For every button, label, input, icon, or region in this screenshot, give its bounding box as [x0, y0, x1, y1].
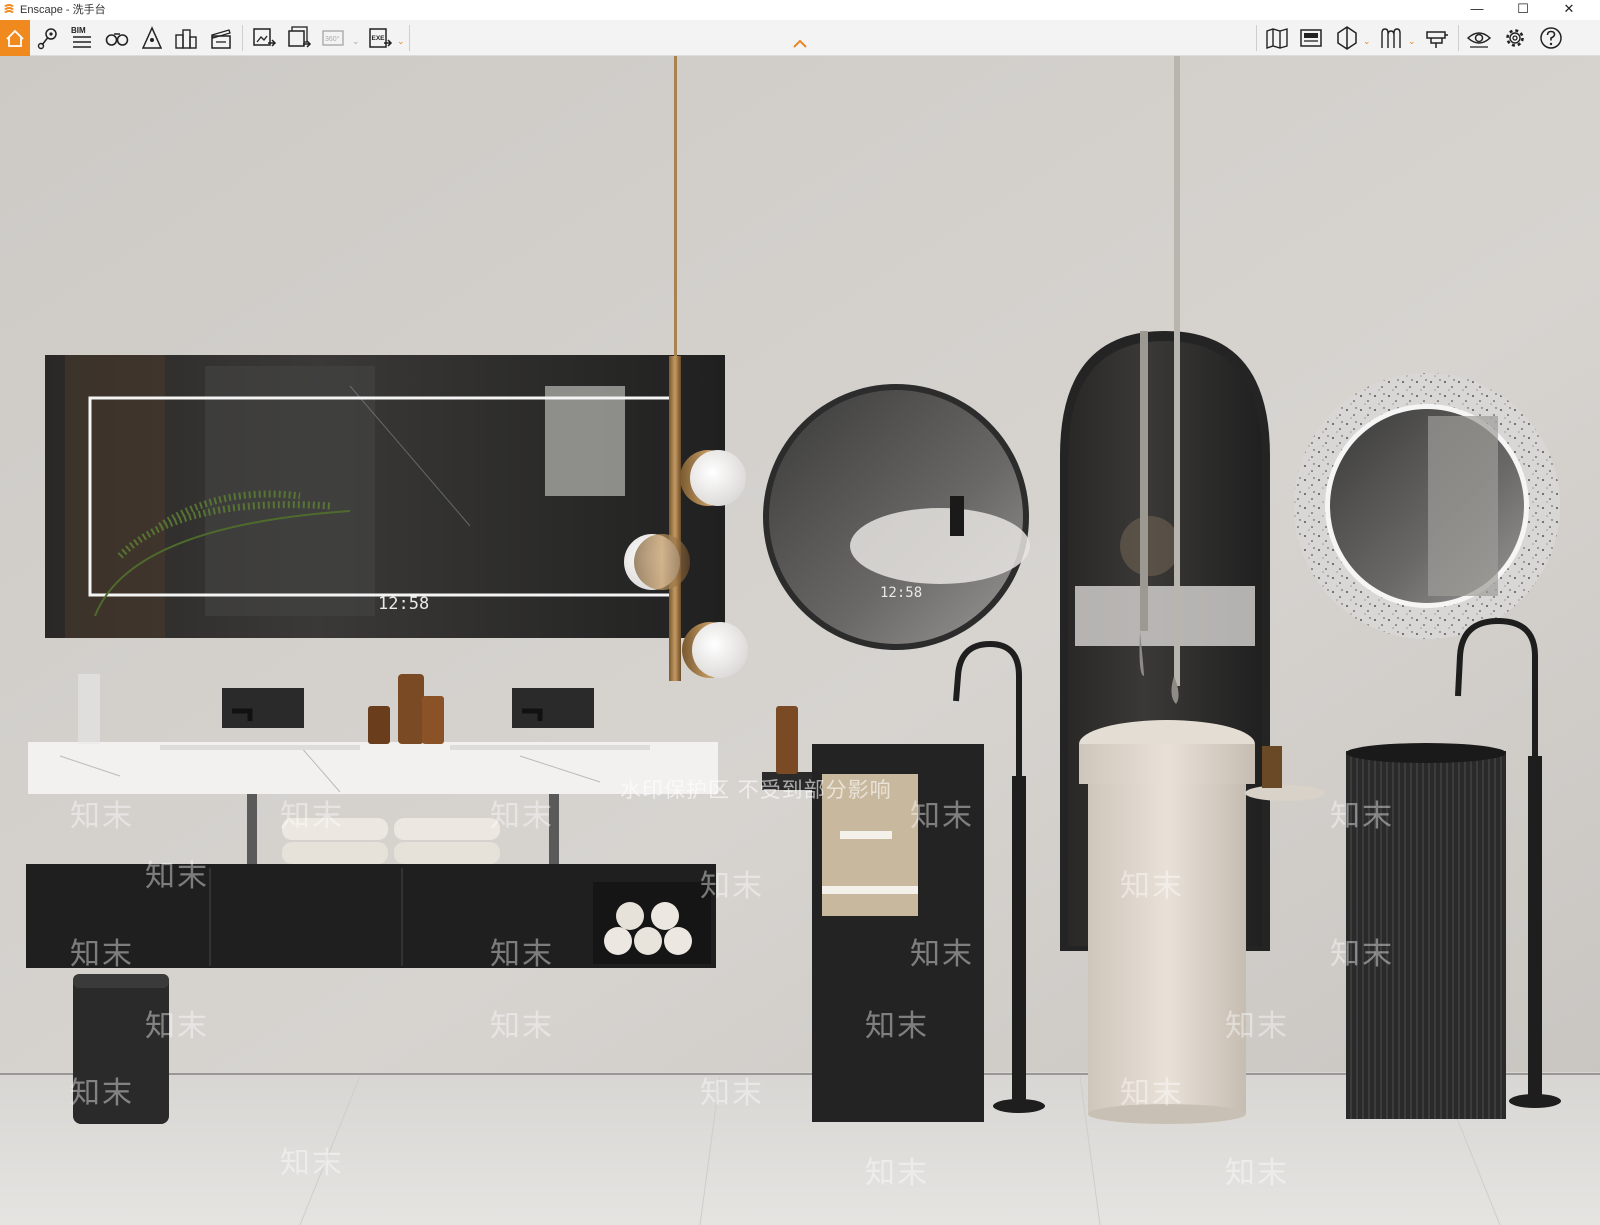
video-editor-button[interactable]	[206, 23, 236, 53]
enscape-logo-icon	[4, 4, 14, 13]
section-button[interactable]	[1332, 23, 1362, 53]
watermark: 知末	[280, 799, 344, 834]
watermark: 知末	[145, 859, 209, 894]
material-editor-icon	[1426, 31, 1448, 48]
watermark: 知末	[490, 1009, 554, 1044]
binoculars-icon	[105, 33, 129, 46]
watermark: 知末	[1225, 1156, 1289, 1191]
watermark: 知末	[70, 1076, 134, 1111]
round-mirror-clock-display: 12:58	[880, 585, 923, 601]
watermark: 知末	[145, 1009, 209, 1044]
asset-library-icon	[1381, 28, 1401, 48]
panorama-dropdown-caret[interactable]: ⌄	[352, 36, 360, 47]
toolbar-separator	[242, 25, 243, 51]
render-viewport[interactable]: 12:58 12:58 知末 知末 知末 知末 知末 知末 知末 知末 知末 知…	[0, 56, 1600, 1225]
maximize-button[interactable]: ☐	[1500, 0, 1546, 20]
watermark-protection-notice: 水印保护区 不受到部分影响	[620, 778, 892, 802]
minimize-button[interactable]: —	[1454, 0, 1500, 20]
asset-dropdown-caret[interactable]: ⌄	[1408, 36, 1416, 47]
watermark: 知末	[1330, 799, 1394, 834]
views-manager-button[interactable]	[1296, 23, 1326, 53]
section-dropdown-caret[interactable]: ⌄	[1363, 36, 1371, 47]
panorama-icon: 360°	[322, 30, 344, 46]
watermark: 知末	[1120, 869, 1184, 904]
clapperboard-icon	[211, 29, 231, 49]
watermark: 知末	[865, 1156, 929, 1191]
watermark: 知末	[700, 869, 764, 904]
batch-render-button[interactable]	[284, 23, 314, 53]
view-management-icon	[1300, 29, 1322, 47]
mirror-clock-display: 12:58	[378, 594, 430, 614]
toolbar-separator	[1458, 25, 1459, 51]
svg-text:EXE: EXE	[372, 35, 386, 42]
exe-export-button[interactable]: EXE	[365, 23, 395, 53]
walk-mode-button[interactable]	[102, 23, 132, 53]
close-button[interactable]: ✕	[1546, 0, 1592, 20]
location-pin-icon	[37, 28, 57, 50]
home-button[interactable]	[0, 20, 30, 56]
watermark: 知末	[490, 937, 554, 972]
location-button[interactable]	[33, 23, 63, 53]
light-view-button[interactable]	[137, 23, 167, 53]
screenshot-button[interactable]	[249, 23, 279, 53]
watermark: 知末	[1225, 1009, 1289, 1044]
watermark: 知末	[1120, 1076, 1184, 1111]
toolbar-separator	[1256, 25, 1257, 51]
watermark: 知末	[490, 799, 554, 834]
watermark: 知末	[700, 1076, 764, 1111]
map-button[interactable]	[1262, 23, 1292, 53]
toolbar-separator	[409, 25, 410, 51]
settings-button[interactable]	[1500, 23, 1530, 53]
title-bar: Enscape - 洗手台 — ☐ ✕	[0, 0, 1600, 20]
svg-text:360°: 360°	[325, 35, 340, 43]
collapse-toolbar-chevron-icon[interactable]	[792, 38, 808, 50]
visual-settings-icon	[1466, 32, 1492, 48]
panorama-button[interactable]: 360°	[319, 23, 349, 53]
watermark: 知末	[910, 937, 974, 972]
watermark: 知末	[910, 799, 974, 834]
batch-render-icon	[288, 26, 312, 48]
help-button[interactable]	[1536, 23, 1566, 53]
watermark: 知末	[70, 799, 134, 834]
asset-library-button[interactable]	[1376, 23, 1406, 53]
settings-gear-icon	[1506, 29, 1524, 47]
section-icon	[1337, 26, 1357, 50]
map-icon	[1266, 28, 1288, 49]
buildings-icon	[175, 29, 197, 49]
window-title: Enscape - 洗手台	[20, 4, 106, 16]
visual-settings-button[interactable]	[1464, 23, 1494, 53]
material-editor-button[interactable]	[1422, 23, 1452, 53]
watermark: 知末	[280, 1146, 344, 1181]
watermark: 知末	[70, 937, 134, 972]
views-button[interactable]	[171, 23, 201, 53]
help-icon	[1540, 27, 1562, 49]
export-image-icon	[253, 28, 277, 47]
bim-label: BIM	[71, 26, 86, 35]
bathroom-scene-render	[0, 56, 1600, 1225]
home-icon	[6, 29, 24, 47]
exe-export-icon: EXE	[369, 28, 393, 48]
watermark: 知末	[865, 1009, 929, 1044]
light-cone-icon	[141, 26, 163, 49]
watermark: 知末	[1330, 937, 1394, 972]
exe-dropdown-caret[interactable]: ⌄	[397, 36, 405, 47]
